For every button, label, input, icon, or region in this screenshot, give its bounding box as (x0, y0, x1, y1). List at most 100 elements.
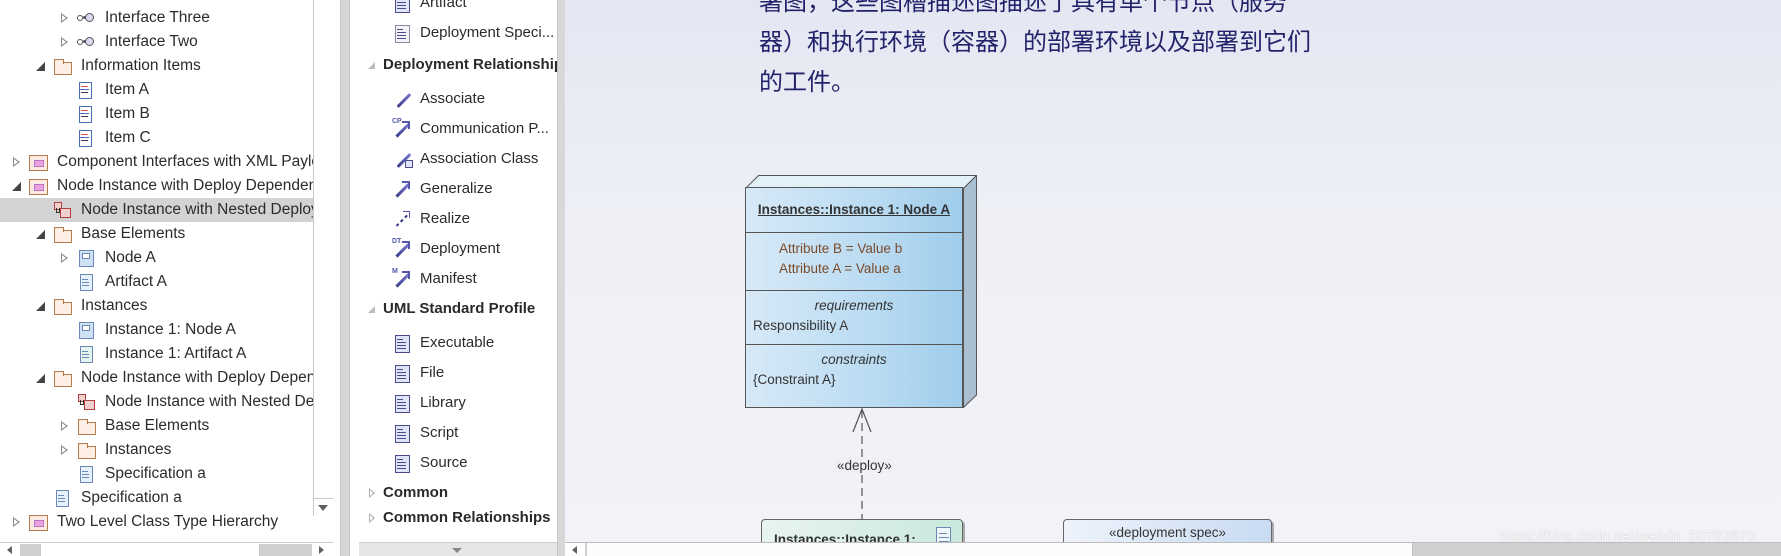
interface-icon (77, 10, 95, 26)
tree-item[interactable]: Node A (0, 246, 333, 270)
association-class-icon (393, 151, 413, 168)
executable-icon (393, 335, 411, 353)
toolbox-item[interactable]: Library (359, 388, 557, 418)
toolbox-item-label: Script (420, 424, 459, 441)
collapse-arrow-icon[interactable] (36, 294, 48, 318)
information-item-icon (77, 82, 95, 99)
toolbox-item[interactable]: Artifact (359, 0, 557, 18)
diagram-canvas[interactable]: 署图，这些图槽描述图描述了具有单个节点（服务 器）和执行环境（容器）的部署环境以… (565, 0, 1781, 542)
artifact-instance-icon (77, 346, 95, 363)
toolbox-item[interactable]: Associate (359, 84, 557, 114)
toolbox-item-label: Associate (420, 90, 486, 107)
project-browser: Interface Three Interface Two Information … (0, 0, 333, 556)
toolbox-item[interactable]: Deployment Speci... (359, 18, 557, 48)
expand-arrow-icon[interactable] (12, 510, 24, 534)
toolbox-item[interactable]: Association Class (359, 144, 557, 174)
toolbox-group-header[interactable]: Common (359, 480, 557, 506)
toolbox-item[interactable]: DT Deployment (359, 234, 557, 264)
tree-item[interactable]: Instances (0, 438, 333, 462)
node-icon (77, 250, 95, 267)
expand-arrow-icon[interactable] (368, 480, 378, 506)
toolbox-item[interactable]: M Manifest (359, 264, 557, 294)
toolbox-group-header[interactable]: UML Standard Profile (359, 296, 557, 322)
tree-item[interactable]: Instances (0, 294, 333, 318)
information-item-icon (77, 130, 95, 147)
scroll-track[interactable] (20, 544, 40, 556)
panel-splitter[interactable] (333, 0, 351, 556)
tree-vertical-scrollbar[interactable] (313, 0, 333, 516)
expand-arrow-icon[interactable] (60, 6, 72, 30)
tree-item[interactable]: Node Instance with Deploy Dependency (0, 174, 333, 198)
tree-item-label: Node Instance with Nested Deployment (81, 201, 333, 218)
tree-item[interactable]: Item C (0, 126, 333, 150)
panel-splitter[interactable] (557, 0, 565, 556)
artifact-instance-element[interactable]: Instances::Instance 1: (761, 519, 963, 542)
folder-icon (53, 370, 72, 387)
tree-item[interactable]: Interface Three (0, 6, 333, 30)
toolbox-group-label: UML Standard Profile (383, 300, 536, 317)
collapse-arrow-icon[interactable] (36, 54, 48, 78)
tree-item[interactable]: Item B (0, 102, 333, 126)
artifact-icon (77, 466, 95, 483)
tree-item[interactable]: Base Elements (0, 414, 333, 438)
collapse-arrow-icon[interactable] (36, 366, 48, 390)
collapse-arrow-icon[interactable] (368, 296, 378, 322)
tree-item[interactable]: Interface Two (0, 30, 333, 54)
expand-arrow-icon[interactable] (60, 30, 72, 54)
tree-item[interactable]: Two Level Class Type Hierarchy (0, 510, 333, 534)
toolbox-item[interactable]: Source (359, 448, 557, 478)
tree-item[interactable]: Specification a (0, 486, 333, 510)
scroll-track[interactable] (260, 544, 312, 556)
toolbox-item-label: Communication P... (420, 120, 549, 137)
collapse-arrow-icon[interactable] (36, 222, 48, 246)
deployment-spec-element[interactable]: «deployment spec» (1063, 519, 1272, 542)
expand-arrow-icon[interactable] (60, 414, 72, 438)
tree-item[interactable]: Node Instance with Deploy Dependency (0, 366, 333, 390)
package-icon (29, 514, 48, 531)
toolbox-item[interactable]: Script (359, 418, 557, 448)
scroll-thumb[interactable] (587, 543, 1413, 556)
folder-icon (53, 226, 72, 243)
package-icon (29, 154, 48, 171)
toolbox-item[interactable]: File (359, 358, 557, 388)
tree-item[interactable]: Specification a (0, 462, 333, 486)
expand-arrow-icon[interactable] (60, 438, 72, 462)
tree-item[interactable]: Component Interfaces with XML Payload (0, 150, 333, 174)
interface-icon (77, 34, 95, 50)
package-icon (29, 178, 48, 195)
toolbox-item-label: Deployment (420, 240, 501, 257)
toolbox-item[interactable]: Executable (359, 328, 557, 358)
toolbox-scroll-down-button[interactable] (359, 542, 557, 556)
manifest-icon: M (392, 268, 411, 288)
collapse-arrow-icon[interactable] (12, 174, 24, 198)
tree-item[interactable]: Instance 1: Node A (0, 318, 333, 342)
scroll-left-button[interactable] (565, 543, 585, 556)
toolbox-item-label: Artifact (420, 0, 467, 11)
tree-item[interactable]: Information Items (0, 54, 333, 78)
collapse-arrow-icon[interactable] (368, 52, 378, 78)
toolbox-item[interactable]: CP Communication P... (359, 114, 557, 144)
canvas-horizontal-scrollbar[interactable] (565, 542, 1781, 556)
scroll-down-button[interactable] (314, 498, 333, 516)
generalize-icon (393, 181, 411, 198)
tree-item[interactable]: Base Elements (0, 222, 333, 246)
tree-item[interactable]: Artifact A (0, 270, 333, 294)
tree-item[interactable]: Node Instance with Nested Deployment (0, 390, 333, 414)
expand-arrow-icon[interactable] (368, 505, 378, 531)
tree-horizontal-scrollbar[interactable] (0, 542, 333, 556)
toolbox-group-header[interactable]: Common Relationships (359, 505, 557, 531)
tree-item-label: Instance 1: Node A (105, 321, 236, 338)
toolbox-group-header[interactable]: Deployment Relationships (359, 52, 557, 78)
tree-item[interactable]: Item A (0, 78, 333, 102)
toolbox-item[interactable]: Generalize (359, 174, 557, 204)
expand-arrow-icon[interactable] (12, 150, 24, 174)
toolbox-item[interactable]: Realize (359, 204, 557, 234)
deploy-dependency-connector[interactable] (565, 0, 1781, 542)
tree-item[interactable]: Instance 1: Artifact A (0, 342, 333, 366)
scroll-left-button[interactable] (0, 543, 20, 556)
scroll-thumb[interactable] (40, 544, 260, 556)
tree-item[interactable]: Node Instance with Nested Deployment (0, 198, 333, 222)
scroll-right-button[interactable] (312, 543, 332, 556)
expand-arrow-icon[interactable] (60, 246, 72, 270)
folder-icon (53, 298, 72, 315)
